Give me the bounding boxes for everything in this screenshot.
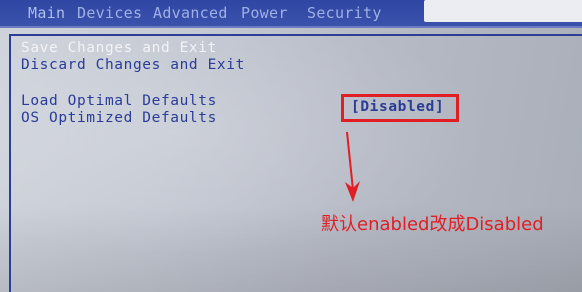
os-optimized-defaults-item[interactable]: OS Optimized Defaults [21,110,217,126]
tab-main[interactable]: Main [28,4,65,22]
tab-power[interactable]: Power [241,4,288,22]
load-optimal-defaults-item[interactable]: Load Optimal Defaults [21,93,217,109]
tab-exit[interactable] [424,0,582,22]
menu-divider [0,26,582,28]
tab-devices[interactable]: Devices [77,4,142,22]
save-changes-and-exit-item[interactable]: Save Changes and Exit [21,40,217,56]
discard-changes-and-exit-item[interactable]: Discard Changes and Exit [21,57,245,73]
tab-advanced[interactable]: Advanced [153,4,228,22]
annotation-label: 默认enabled改成Disabled [321,214,544,235]
annotation-arrow-icon [345,131,360,202]
highlight-box [341,94,459,122]
panel-border-top [9,34,582,36]
tab-security[interactable]: Security [307,4,382,22]
bios-menu-bar: Main Devices Advanced Power Security [0,0,582,26]
panel-border-left [9,34,11,292]
